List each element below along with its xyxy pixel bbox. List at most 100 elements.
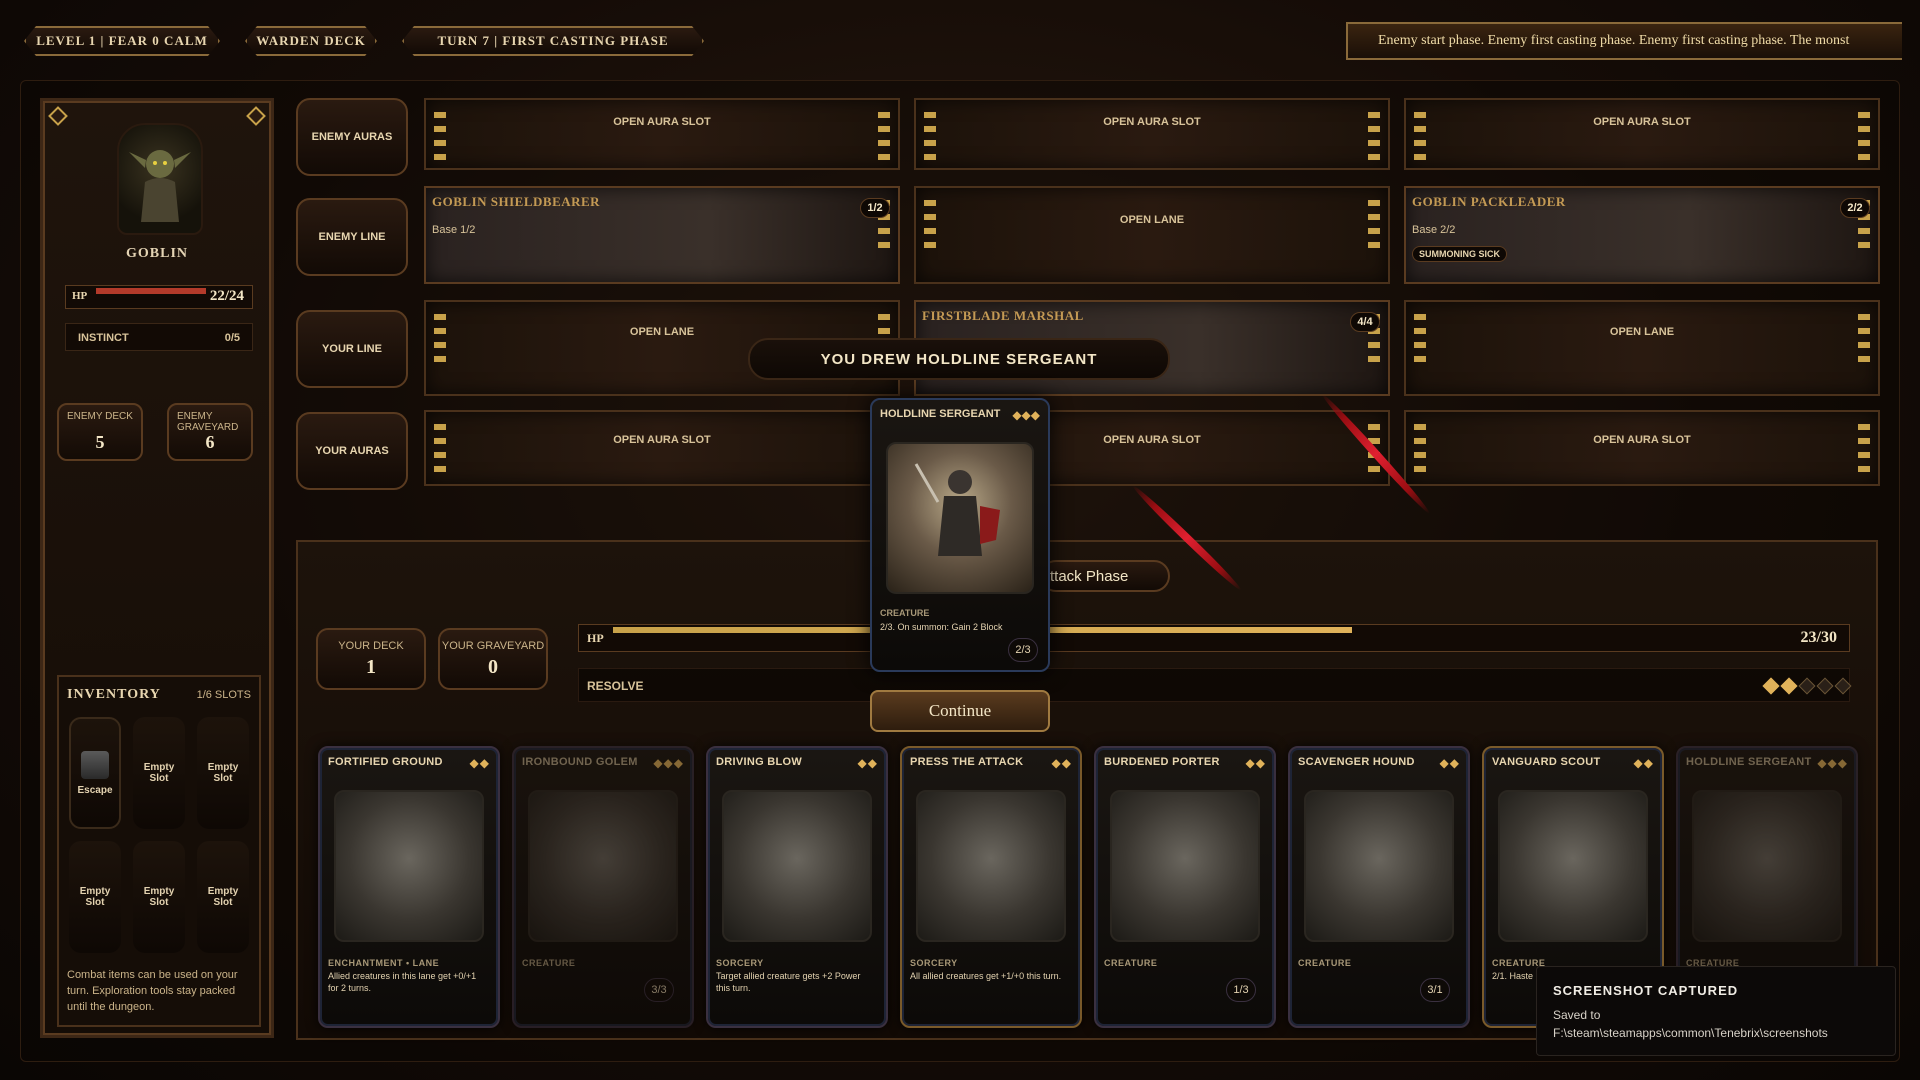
enemy-graveyard-label: ENEMY GRAVEYARD — [177, 411, 239, 433]
enemy-hp-bar: HP 22/24 — [65, 285, 253, 309]
inventory-slot-empty[interactable]: Empty Slot — [133, 841, 185, 953]
your-graveyard-count: 0 — [488, 656, 498, 678]
card-name: HOLDLINE SERGEANT — [880, 408, 1001, 420]
card-cost: ◆◆ — [857, 756, 878, 770]
inventory-slot-empty[interactable]: Empty Slot — [69, 841, 121, 953]
card-stat: 1/3 — [1226, 978, 1256, 1002]
ornament-corner-icon — [48, 106, 68, 126]
toast-line: Saved to — [1553, 1008, 1601, 1022]
turn-phase-badge: TURN 7 | FIRST CASTING PHASE — [402, 26, 704, 56]
your-graveyard-label: YOUR GRAVEYARD — [441, 640, 545, 652]
enemy-graveyard-counter[interactable]: ENEMY GRAVEYARD 6 — [167, 403, 253, 461]
peg-ornament-icon — [1414, 314, 1426, 362]
unit-power-toughness: 4/4 — [1350, 312, 1380, 332]
your-lane-open[interactable]: OPEN LANE — [1404, 300, 1880, 396]
hand-card[interactable]: IRONBOUND GOLEM ◆◆◆ CREATURE 3/3 — [512, 746, 694, 1028]
peg-ornament-icon — [434, 424, 446, 472]
hand-card[interactable]: SCAVENGER HOUND ◆◆ CREATURE 3/1 — [1288, 746, 1470, 1028]
inventory-item-escape[interactable]: Escape — [69, 717, 121, 829]
row-label-text: ENEMY AURAS — [311, 131, 393, 143]
drawn-card-holdline-sergeant[interactable]: HOLDLINE SERGEANT ◆◆◆ CREATURE 2/3. On s… — [870, 398, 1050, 672]
knight-icon — [914, 463, 1000, 556]
card-type: CREATURE — [522, 958, 576, 968]
combat-log-text: Enemy start phase. Enemy first casting p… — [1378, 33, 1850, 48]
enemy-deck-counter[interactable]: ENEMY DECK 5 — [57, 403, 143, 461]
your-aura-slot[interactable]: OPEN AURA SLOT — [1404, 410, 1880, 486]
card-art-image — [1304, 790, 1454, 942]
enemy-hp-fill — [96, 288, 206, 294]
enemy-hp-value: 22/24 — [209, 288, 244, 304]
unit-name: GOBLIN PACKLEADER — [1412, 194, 1566, 209]
card-type: CREATURE — [1298, 958, 1352, 968]
card-cost: ◆◆◆ — [1012, 408, 1040, 422]
slot-label: OPEN LANE — [1119, 214, 1185, 226]
deck-name-badge: WARDEN DECK — [245, 26, 377, 56]
inventory-slot-empty[interactable]: Empty Slot — [197, 717, 249, 829]
slot-label: OPEN LANE — [629, 326, 695, 338]
resolve-pip-icon — [1816, 677, 1834, 695]
card-cost: ◆◆◆ — [1817, 756, 1848, 770]
card-rules-text: 2/3. On summon: Gain 2 Block — [880, 622, 1003, 632]
slot-label: OPEN AURA SLOT — [613, 434, 711, 446]
enemy-lane-open[interactable]: OPEN LANE — [914, 186, 1390, 284]
hand-card[interactable]: FORTIFIED GROUND ◆◆ ENCHANTMENT • LANE Alli… — [318, 746, 500, 1028]
resolve-pip-icon — [1834, 677, 1852, 695]
attack-phase-pill[interactable]: ttack Phase — [1040, 560, 1170, 592]
deck-name-text: WARDEN DECK — [256, 33, 366, 48]
slot-label: OPEN AURA SLOT — [1593, 434, 1691, 446]
row-label-your-auras: YOUR AURAS — [296, 412, 408, 490]
enemy-aura-slot[interactable]: OPEN AURA SLOT — [914, 98, 1390, 170]
inventory-item-label: Empty Slot — [207, 886, 239, 908]
hand-card[interactable]: PRESS THE ATTACK ◆◆ SORCERY All allied crea… — [900, 746, 1082, 1028]
card-name: DRIVING BLOW — [716, 756, 803, 768]
slot-label: OPEN AURA SLOT — [613, 116, 711, 128]
card-stat: 3/1 — [1420, 978, 1450, 1002]
card-rules-text: All allied creatures get +1/+0 this turn… — [910, 971, 1062, 981]
your-deck-count: 1 — [366, 656, 376, 678]
card-type: CREATURE — [880, 608, 930, 618]
card-stat: 2/3 — [1008, 638, 1038, 662]
unit-base-stats: Base 1/2 — [432, 224, 476, 236]
inventory-slot-empty[interactable]: Empty Slot — [133, 717, 185, 829]
escape-item-icon — [81, 750, 109, 779]
enemy-aura-slot[interactable]: OPEN AURA SLOT — [1404, 98, 1880, 170]
unit-base-stats: Base 2/2 — [1412, 224, 1456, 236]
your-graveyard-counter[interactable]: YOUR GRAVEYARD 0 — [438, 628, 548, 690]
continue-button[interactable]: Continue — [870, 690, 1050, 732]
row-label-enemy-line: ENEMY LINE — [296, 198, 408, 276]
card-art-image — [1692, 790, 1842, 942]
your-deck-counter[interactable]: YOUR DECK 1 — [316, 628, 426, 690]
enemy-aura-slot[interactable]: OPEN AURA SLOT — [424, 98, 900, 170]
hand-card[interactable]: BURDENED PORTER ◆◆ CREATURE 1/3 — [1094, 746, 1276, 1028]
row-label-text: ENEMY LINE — [318, 231, 386, 243]
row-label-your-line: YOUR LINE — [296, 310, 408, 388]
level-fear-badge: LEVEL 1 | FEAR 0 CALM — [24, 26, 220, 56]
level-fear-text: LEVEL 1 | FEAR 0 CALM — [36, 33, 208, 48]
inventory-panel: INVENTORY 1/6 SLOTS Escape Empty Slot Em… — [57, 675, 261, 1027]
inventory-slot-empty[interactable]: Empty Slot — [197, 841, 249, 953]
enemy-unit-goblin-packleader[interactable]: GOBLIN PACKLEADER Base 2/2 SUMMONING SIC… — [1404, 186, 1880, 284]
enemy-unit-goblin-shieldbearer[interactable]: GOBLIN SHIELDBEARER Base 1/2 1/2 — [424, 186, 900, 284]
peg-ornament-icon — [1414, 424, 1426, 472]
card-cost: ◆◆ — [1051, 756, 1072, 770]
card-cost: ◆◆ — [1245, 756, 1266, 770]
hand-card[interactable]: DRIVING BLOW ◆◆ SORCERY Target allied creat… — [706, 746, 888, 1028]
unit-name: GOBLIN SHIELDBEARER — [432, 194, 601, 209]
card-art-image — [334, 790, 484, 942]
peg-ornament-icon — [1858, 424, 1870, 472]
player-hp-value: 23/30 — [1800, 629, 1837, 646]
your-aura-slot[interactable]: OPEN AURA SLOT — [424, 410, 900, 486]
card-art-image — [1110, 790, 1260, 942]
draw-notification-banner: YOU DREW HOLDLINE SERGEANT — [748, 338, 1170, 380]
row-label-enemy-auras: ENEMY AURAS — [296, 98, 408, 176]
card-name: PRESS THE ATTACK — [910, 756, 1024, 768]
instinct-meter: INSTINCT 0/5 — [65, 323, 253, 351]
inventory-item-label: Empty Slot — [79, 886, 111, 908]
hp-label: HP — [72, 290, 88, 302]
card-cost: ◆◆◆ — [653, 756, 684, 770]
card-type: CREATURE — [1104, 958, 1158, 968]
card-name: FORTIFIED GROUND — [328, 756, 443, 768]
card-stat: 3/3 — [644, 978, 674, 1002]
inventory-slot-count: 1/6 SLOTS — [196, 689, 251, 701]
slot-label: OPEN AURA SLOT — [1103, 116, 1201, 128]
